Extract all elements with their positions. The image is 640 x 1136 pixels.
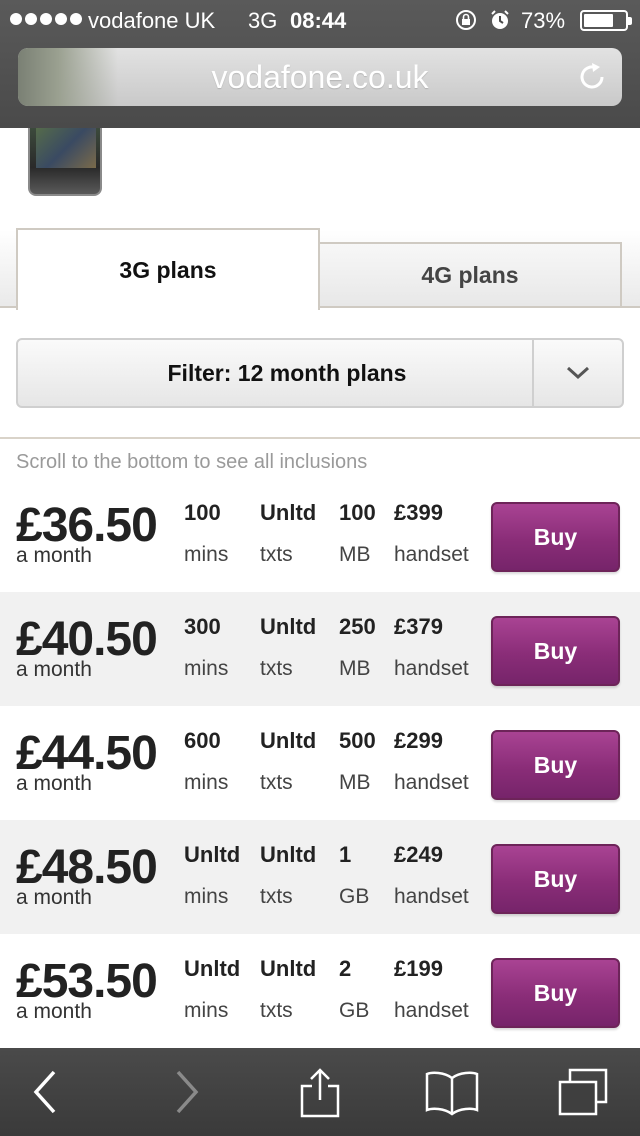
minutes-value: 300 xyxy=(184,614,221,639)
texts-unit: txts xyxy=(260,771,293,794)
minutes-value: Unltd xyxy=(184,842,241,867)
texts-unit: txts xyxy=(260,999,293,1022)
tab-label: 3G plans xyxy=(119,256,217,283)
texts-unit: txts xyxy=(260,657,293,680)
carrier-name: vodafone UK xyxy=(88,8,216,33)
url-text: vodafone.co.uk xyxy=(211,58,429,95)
handset-image xyxy=(28,128,102,196)
battery-icon xyxy=(580,10,632,31)
texts-unit: txts xyxy=(260,885,293,908)
lock-rotation-icon xyxy=(456,10,476,30)
minutes-value: 600 xyxy=(184,728,221,753)
minutes-unit: mins xyxy=(184,771,229,794)
address-bar[interactable]: vodafone.co.uk xyxy=(18,48,622,106)
share-icon[interactable] xyxy=(298,1066,342,1120)
data-value: 2 xyxy=(339,956,352,981)
alarm-icon xyxy=(491,10,509,29)
texts-value: Unltd xyxy=(260,842,317,867)
plan-row: £40.50 a month 300 mins Unltd txts 250 M… xyxy=(0,592,640,706)
handset-price: £299 xyxy=(394,728,443,753)
forward-icon[interactable] xyxy=(168,1066,204,1118)
minutes-unit: mins xyxy=(184,657,229,680)
network-type: 3G xyxy=(248,8,278,33)
plan-period: a month xyxy=(16,772,92,795)
reload-icon[interactable] xyxy=(576,61,608,93)
filter-dropdown-toggle[interactable] xyxy=(532,340,622,406)
browser-top-bar: vodafone UK 3G 08:44 73% vodafone.co.uk xyxy=(0,0,640,128)
status-bar: vodafone UK 3G 08:44 73% xyxy=(0,0,640,40)
scroll-hint: Scroll to the bottom to see all inclusio… xyxy=(16,451,368,473)
plan-list: £36.50 a month 100 mins Unltd txts 100 M… xyxy=(0,478,640,1048)
bookmarks-icon[interactable] xyxy=(424,1066,480,1118)
minutes-unit: mins xyxy=(184,543,229,566)
handset-price: £379 xyxy=(394,614,443,639)
buy-button[interactable]: Buy xyxy=(491,958,620,1028)
data-value: 500 xyxy=(339,728,376,753)
data-value: 1 xyxy=(339,842,352,867)
texts-value: Unltd xyxy=(260,614,317,639)
data-unit: MB xyxy=(339,657,371,680)
data-value: 100 xyxy=(339,500,376,525)
screen: vodafone UK 3G 08:44 73% vodafone.co.uk xyxy=(0,0,640,1136)
minutes-value: Unltd xyxy=(184,956,241,981)
buy-button[interactable]: Buy xyxy=(491,502,620,572)
handset-price: £199 xyxy=(394,956,443,981)
plan-period: a month xyxy=(16,1000,92,1023)
chevron-down-icon xyxy=(566,366,590,380)
filter-label: Filter: 12 month plans xyxy=(167,359,407,386)
browser-toolbar xyxy=(0,1048,640,1136)
handset-unit: handset xyxy=(394,885,469,908)
texts-value: Unltd xyxy=(260,500,317,525)
plan-row: £48.50 a month Unltd mins Unltd txts 1 G… xyxy=(0,820,640,934)
data-unit: MB xyxy=(339,771,371,794)
handset-unit: handset xyxy=(394,657,469,680)
plan-row: £44.50 a month 600 mins Unltd txts 500 M… xyxy=(0,706,640,820)
plan-row: £36.50 a month 100 mins Unltd txts 100 M… xyxy=(0,478,640,592)
plan-filter-select[interactable]: Filter: 12 month plans xyxy=(16,338,624,408)
data-unit: MB xyxy=(339,543,371,566)
tab-3g-plans[interactable]: 3G plans xyxy=(16,228,320,310)
tab-4g-plans[interactable]: 4G plans xyxy=(318,242,622,308)
buy-button[interactable]: Buy xyxy=(491,730,620,800)
plan-period: a month xyxy=(16,658,92,681)
status-time: 08:44 xyxy=(290,8,347,33)
plan-row: £53.50 a month Unltd mins Unltd txts 2 G… xyxy=(0,934,640,1048)
signal-icon xyxy=(10,13,82,25)
data-unit: GB xyxy=(339,999,370,1022)
tabs-icon[interactable] xyxy=(556,1066,610,1118)
handset-price: £399 xyxy=(394,500,443,525)
tab-label: 4G plans xyxy=(421,261,519,288)
handset-price: £249 xyxy=(394,842,443,867)
texts-unit: txts xyxy=(260,543,293,566)
battery-percentage: 73% xyxy=(521,8,566,33)
buy-button[interactable]: Buy xyxy=(491,616,620,686)
back-icon[interactable] xyxy=(28,1066,64,1118)
plan-period: a month xyxy=(16,544,92,567)
handset-unit: handset xyxy=(394,543,469,566)
minutes-unit: mins xyxy=(184,999,229,1022)
plan-period: a month xyxy=(16,886,92,909)
minutes-unit: mins xyxy=(184,885,229,908)
texts-value: Unltd xyxy=(260,728,317,753)
data-value: 250 xyxy=(339,614,376,639)
texts-value: Unltd xyxy=(260,956,317,981)
data-unit: GB xyxy=(339,885,370,908)
handset-unit: handset xyxy=(394,999,469,1022)
blurred-area xyxy=(18,48,118,106)
handset-unit: handset xyxy=(394,771,469,794)
section-divider xyxy=(0,437,640,439)
minutes-value: 100 xyxy=(184,500,221,525)
buy-button[interactable]: Buy xyxy=(491,844,620,914)
